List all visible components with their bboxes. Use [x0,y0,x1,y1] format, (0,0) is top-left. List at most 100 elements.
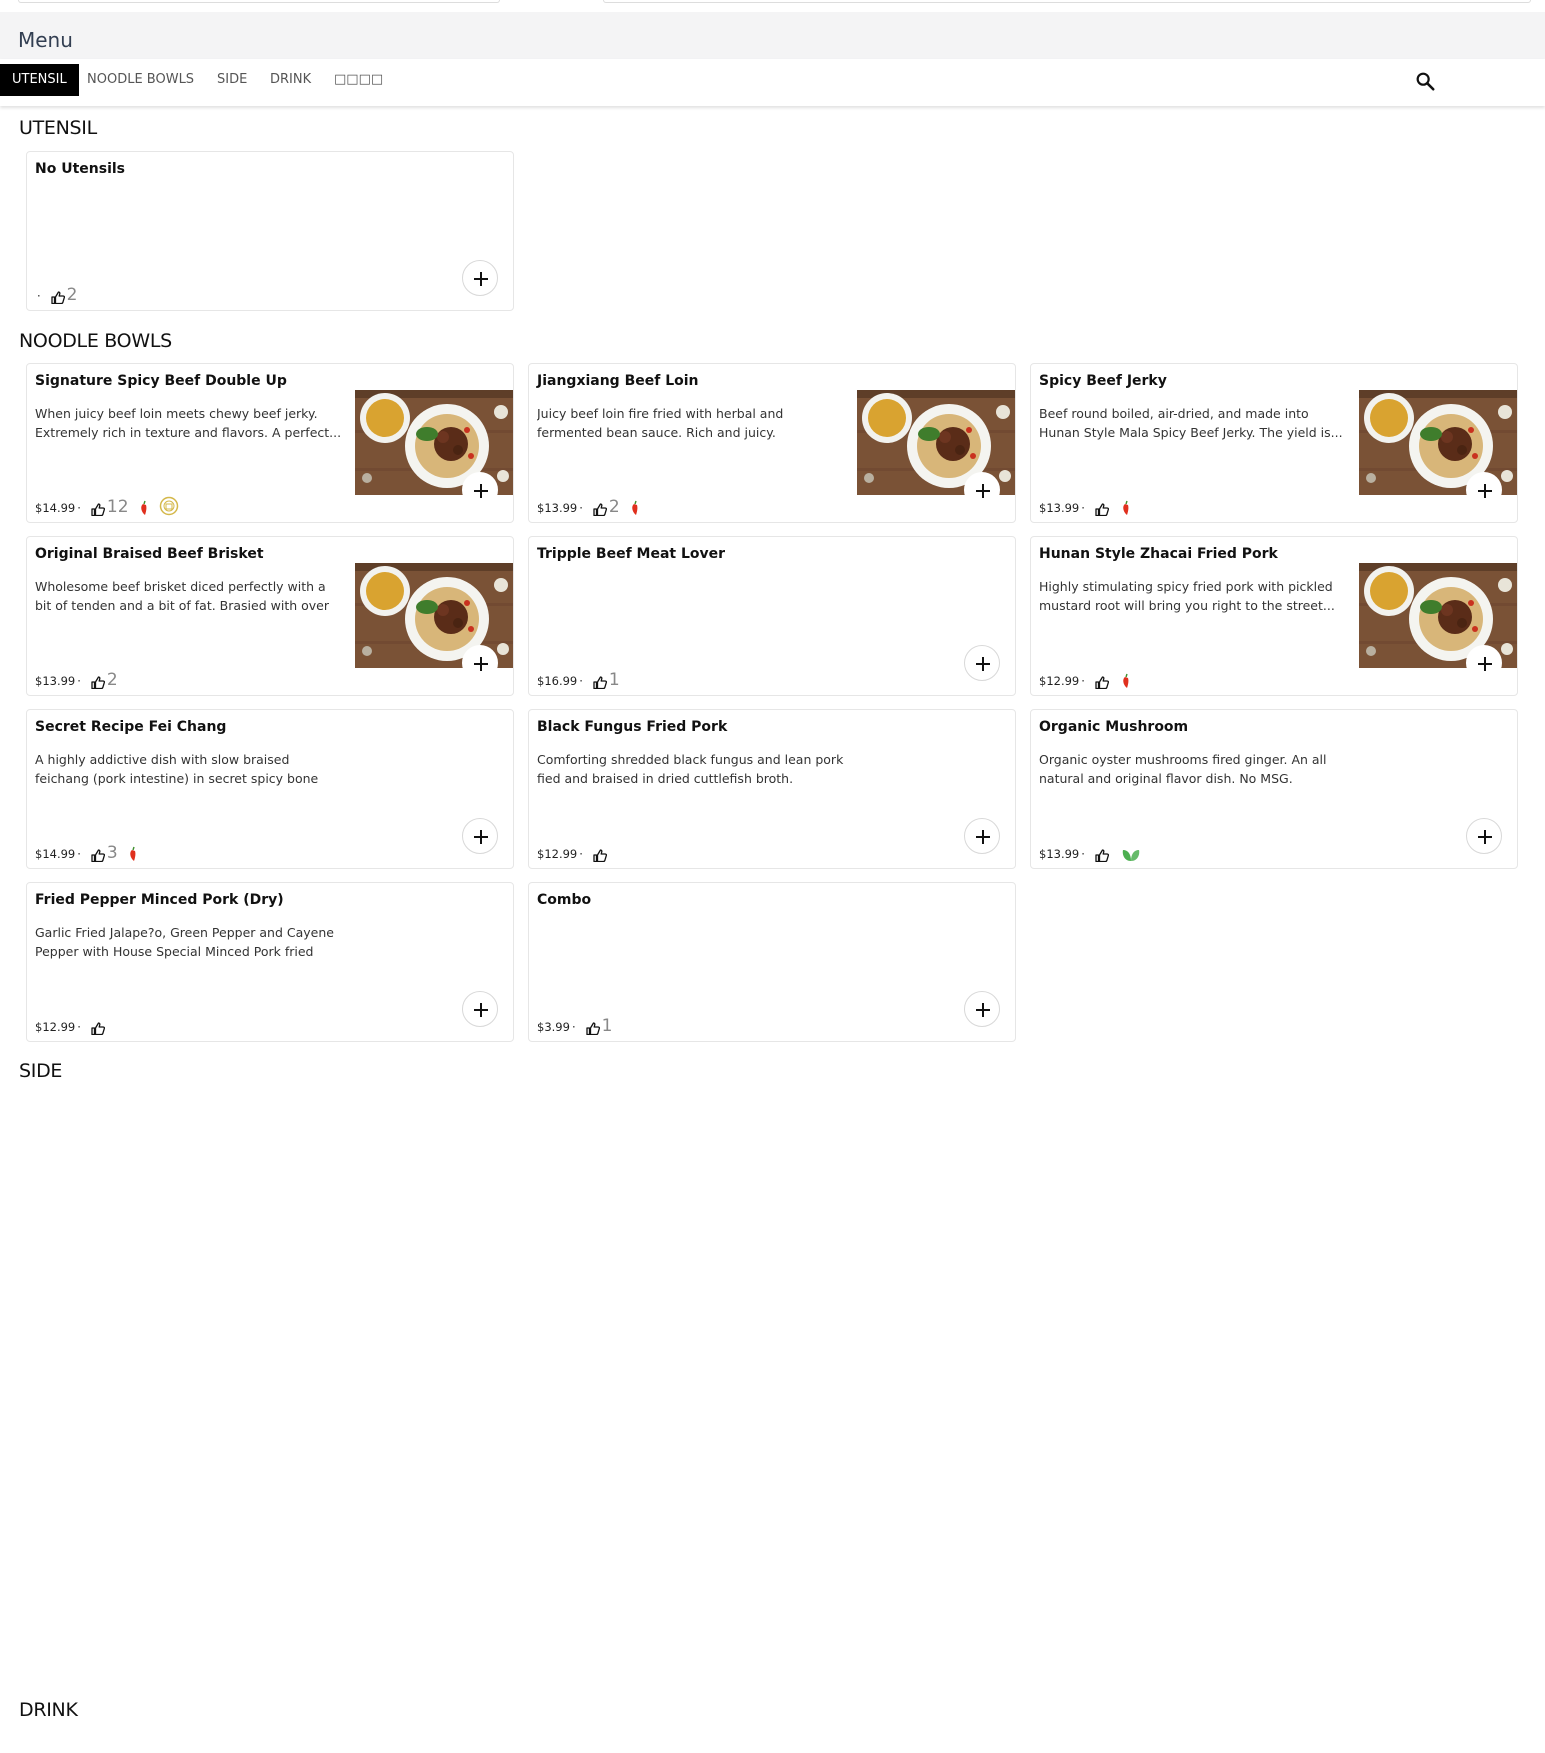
thumbs-up-icon [585,1022,600,1035]
separator-dot: · [37,289,41,303]
add-to-cart-button[interactable] [1466,818,1502,854]
menu-item-card[interactable]: Signature Spicy Beef Double Up When juic… [26,363,514,523]
menu-item-card[interactable]: Combo $3.99 · 1 [528,882,1016,1042]
filter-field-right[interactable] [603,0,1531,3]
item-price: $13.99 [1039,501,1080,515]
section-title-side: SIDE [19,1060,63,1082]
item-name: No Utensils [35,161,125,177]
item-name: Tripple Beef Meat Lover [537,546,726,562]
item-description: Garlic Fried Jalape?o, Green Pepper and … [35,925,334,959]
item-footer: $12.99 · [35,1011,107,1035]
section-title-noodle-bowls: NOODLE BOWLS [19,330,172,352]
add-to-cart-button[interactable] [462,818,498,854]
separator-dot: · [579,847,583,861]
chili-icon [129,846,136,861]
menu-header: Menu [0,12,1545,59]
like-badge: 2 [91,671,118,689]
item-footer: $12.99 · [537,838,609,862]
item-price: $14.99 [35,501,76,515]
menu-item-card[interactable]: No Utensils · 2 [26,151,514,311]
separator-dot: · [1081,674,1085,688]
item-footer: $12.99 · [1039,665,1131,689]
add-to-cart-button[interactable] [1466,645,1502,681]
like-count: 2 [106,670,118,690]
item-price: $12.99 [537,847,578,861]
like-count: 1 [608,670,620,690]
menu-item-card[interactable]: Secret Recipe Fei Chang A highly addicti… [26,709,514,869]
item-price: $16.99 [537,674,578,688]
thumbs-up-icon [593,849,607,862]
like-badge: 2 [593,498,620,516]
item-description: Beef round boiled, air-dried, and made i… [1039,406,1343,440]
menu-item-card[interactable]: Tripple Beef Meat Lover $16.99 · 1 [528,536,1016,696]
item-footer: $13.99 · 2 [537,492,640,516]
tab-utensil[interactable]: UTENSIL [0,64,79,96]
tab-other[interactable]: □□□□ [334,64,383,96]
item-price: $12.99 [35,1020,76,1034]
thumbs-up-icon [1095,849,1109,862]
menu-item-card[interactable]: Fried Pepper Minced Pork (Dry) Garlic Fr… [26,882,514,1042]
item-footer: · 2 [35,280,77,304]
item-footer: $13.99 · [1039,838,1141,862]
item-name: Hunan Style Zhacai Fried Pork [1039,546,1278,562]
thumbs-up-icon [593,503,607,516]
separator-dot: · [1081,847,1085,861]
separator-dot: · [77,674,81,688]
item-price: $12.99 [1039,674,1080,688]
category-nav: UTENSIL NOODLE BOWLS SIDE DRINK □□□□ [0,59,1545,106]
add-to-cart-button[interactable] [462,991,498,1027]
item-description: Highly stimulating spicy fried pork with… [1039,579,1335,613]
item-description: When juicy beef loin meets chewy beef je… [35,406,342,440]
add-to-cart-button[interactable] [462,472,498,508]
thumbs-up-icon [91,1022,105,1035]
menu-item-card[interactable]: Hunan Style Zhacai Fried Pork Highly sti… [1030,536,1518,696]
chili-icon [140,500,146,515]
item-footer: $14.99 · 12 [35,492,179,516]
menu-item-card[interactable]: Organic Mushroom Organic oyster mushroom… [1030,709,1518,869]
tab-noodle-bowls[interactable]: NOODLE BOWLS [87,64,194,96]
like-badge [1095,676,1111,689]
menu-item-card[interactable]: Original Braised Beef Brisket Wholesome … [26,536,514,696]
menu-item-card[interactable]: Jiangxiang Beef Loin Juicy beef loin fir… [528,363,1016,523]
menu-item-card[interactable]: Spicy Beef Jerky Beef round boiled, air-… [1030,363,1518,523]
add-to-cart-button[interactable] [462,260,498,296]
tab-drink[interactable]: DRINK [270,64,311,96]
add-to-cart-button[interactable] [964,472,1000,508]
item-footer: $16.99 · 1 [537,665,620,689]
separator-dot: · [1081,501,1085,515]
like-badge: 3 [91,844,118,862]
page-title: Menu [18,28,73,52]
thumbs-up-icon [593,676,607,689]
tab-side[interactable]: SIDE [217,64,247,96]
item-price: $13.99 [1039,847,1080,861]
add-to-cart-button[interactable] [964,991,1000,1027]
add-to-cart-button[interactable] [964,818,1000,854]
menu-item-card[interactable]: Black Fungus Fried Pork Comforting shred… [528,709,1016,869]
item-name: Original Braised Beef Brisket [35,546,264,562]
separator-dot: · [571,1020,576,1034]
like-badge: 12 [91,498,129,516]
like-count: 12 [106,497,129,517]
like-count: 2 [608,497,620,517]
add-to-cart-button[interactable] [1466,472,1502,508]
item-description: Juicy beef loin fire fried with herbal a… [537,406,784,440]
thumbs-up-icon [91,849,105,862]
like-badge [1095,849,1111,862]
add-to-cart-button[interactable] [964,645,1000,681]
add-to-cart-button[interactable] [462,645,498,681]
item-name: Signature Spicy Beef Double Up [35,373,287,389]
section-title-drink: DRINK [19,1699,78,1721]
item-name: Combo [537,892,592,908]
item-description: A highly addictive dish with slow braise… [35,752,319,786]
top-filter-strip [0,0,1545,12]
item-footer: $13.99 · 2 [35,665,118,689]
chili-icon [1123,673,1129,688]
separator-dot: · [77,1020,81,1034]
vegetarian-leaf-icon [1122,850,1140,861]
search-icon[interactable] [1414,70,1440,96]
separator-dot: · [77,501,81,515]
filter-field-left[interactable] [18,0,500,3]
like-badge [1095,503,1111,516]
like-badge: 1 [593,671,620,689]
item-footer: $14.99 · 3 [35,838,138,862]
